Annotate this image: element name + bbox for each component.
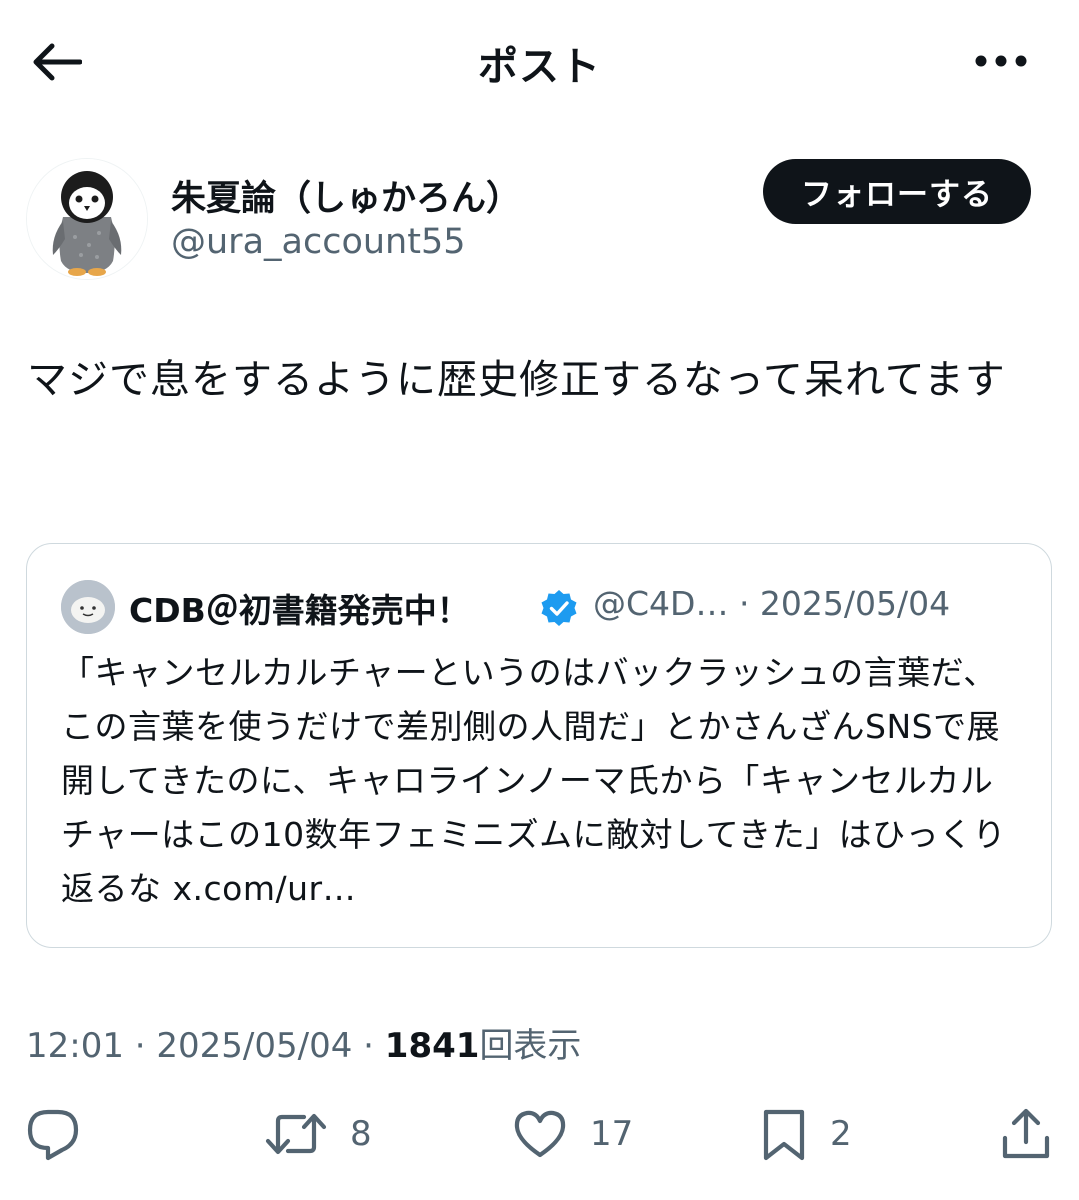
follow-button[interactable]: フォローする [763, 159, 1031, 224]
author-display-name[interactable]: 朱夏論（しゅかろん） [171, 170, 521, 221]
bookmark-button[interactable]: 2 [760, 1104, 852, 1164]
post-meta: 12:01 · 2025/05/04 · 1841回表示 [26, 1018, 581, 1067]
top-bar: ポスト [0, 0, 1079, 122]
quote-avatar [61, 580, 115, 634]
reply-button[interactable] [24, 1104, 104, 1164]
repost-button[interactable]: 8 [264, 1104, 372, 1164]
repost-count: 8 [350, 1114, 372, 1154]
bookmark-icon [763, 1109, 805, 1161]
heart-icon [514, 1110, 566, 1158]
views-label: 回表示 [479, 1026, 582, 1066]
post-timestamp[interactable]: 12:01 · 2025/05/04 · [26, 1026, 385, 1066]
page-title: ポスト [478, 44, 601, 90]
repost-icon [265, 1113, 327, 1155]
quote-handle-date: @C4D… · 2025/05/04 [593, 584, 951, 623]
like-count: 17 [590, 1114, 634, 1154]
views-count: 1841 [384, 1026, 480, 1066]
bookmark-count: 2 [830, 1114, 852, 1154]
avatar[interactable] [26, 158, 148, 280]
penguin-avatar-icon [27, 159, 147, 279]
quote-display-name: CDB＠初書籍発売中！ [129, 591, 470, 630]
post-text: マジで息をするように歴史修正するなって呆れてます [27, 357, 1006, 403]
quoted-post-card[interactable]: CDB＠初書籍発売中！ @C4D… · 2025/05/04 「キャンセルカルチ… [26, 543, 1052, 948]
more-options-button[interactable] [966, 34, 1036, 88]
like-button[interactable]: 17 [512, 1104, 633, 1164]
more-horizontal-icon [975, 55, 1027, 67]
reply-icon [27, 1109, 79, 1161]
author-handle[interactable]: @ura_account55 [171, 222, 466, 262]
quote-avatar-icon [61, 580, 115, 634]
quote-text: 「キャンセルカルチャーというのはバックラッシュの言葉だ、この言葉を使うだけで差別… [61, 653, 1007, 908]
share-icon [1002, 1108, 1050, 1159]
share-button[interactable] [998, 1104, 1054, 1164]
verified-badge-icon [541, 590, 577, 626]
